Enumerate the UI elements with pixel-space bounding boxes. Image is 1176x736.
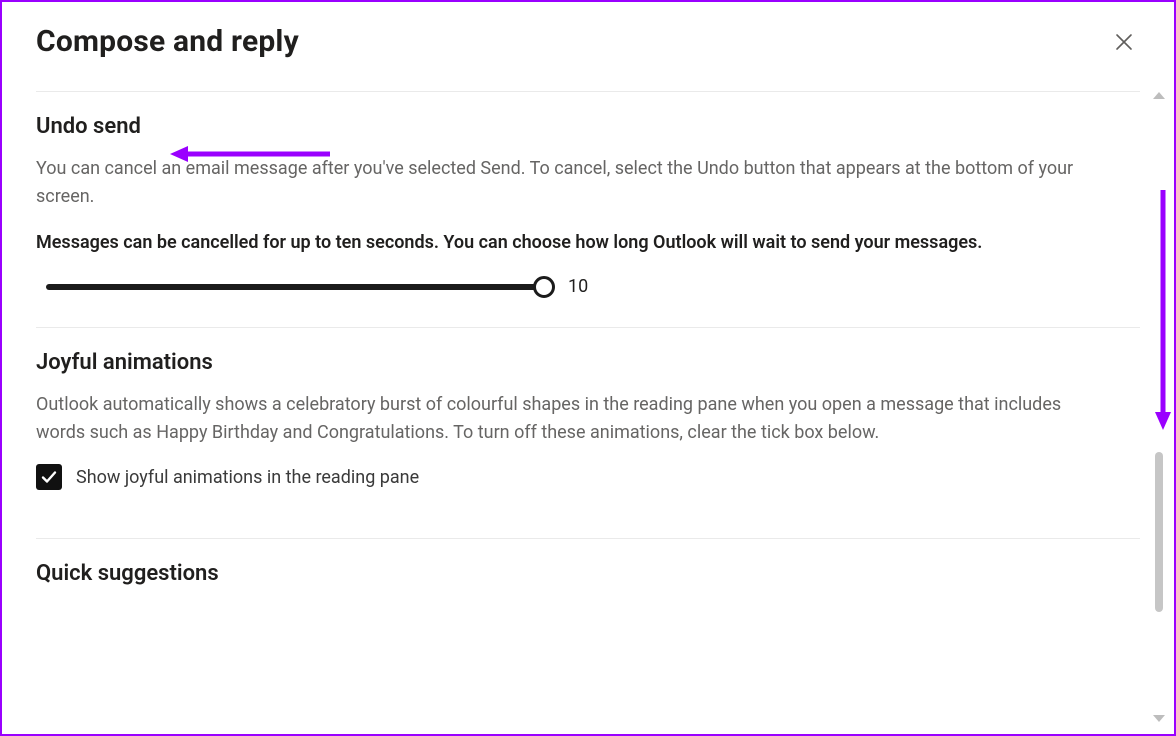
undo-send-description: You can cancel an email message after yo… bbox=[36, 155, 1096, 211]
section-divider bbox=[36, 91, 1140, 92]
scrollbar-up-arrow[interactable] bbox=[1153, 92, 1165, 99]
undo-send-slider-value: 10 bbox=[568, 276, 588, 297]
close-button[interactable] bbox=[1108, 26, 1140, 58]
joyful-animations-heading: Joyful animations bbox=[36, 350, 1140, 375]
close-icon bbox=[1114, 32, 1134, 52]
undo-send-note: Messages can be cancelled for up to ten … bbox=[36, 229, 1096, 257]
joyful-animations-toggle-row[interactable]: Show joyful animations in the reading pa… bbox=[36, 464, 1140, 490]
page-title: Compose and reply bbox=[36, 24, 299, 59]
scrollbar-thumb[interactable] bbox=[1155, 452, 1163, 612]
section-divider bbox=[36, 538, 1140, 539]
section-divider bbox=[36, 327, 1140, 328]
joyful-animations-checkbox[interactable] bbox=[36, 464, 62, 490]
panel-header: Compose and reply bbox=[2, 2, 1174, 77]
joyful-animations-checkbox-label: Show joyful animations in the reading pa… bbox=[76, 467, 419, 488]
undo-send-heading: Undo send bbox=[36, 114, 1140, 139]
joyful-animations-description: Outlook automatically shows a celebrator… bbox=[36, 391, 1096, 447]
undo-send-slider-row: 10 bbox=[36, 275, 1140, 299]
undo-send-delay-slider[interactable] bbox=[46, 275, 554, 299]
settings-scroll-area: Undo send You can cancel an email messag… bbox=[2, 77, 1174, 729]
scrollbar-down-arrow[interactable] bbox=[1153, 715, 1165, 722]
quick-suggestions-heading: Quick suggestions bbox=[36, 561, 1140, 586]
slider-track bbox=[46, 284, 554, 290]
scrollbar[interactable] bbox=[1152, 92, 1166, 722]
checkmark-icon bbox=[40, 468, 58, 486]
slider-thumb[interactable] bbox=[533, 276, 555, 298]
compose-reply-settings-panel: Compose and reply Undo send You can canc… bbox=[2, 2, 1174, 734]
